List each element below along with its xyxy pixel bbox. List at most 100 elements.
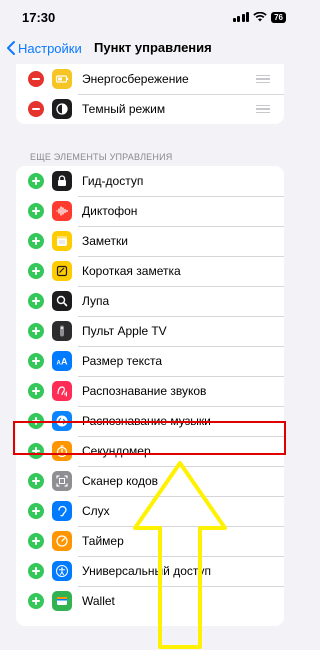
wallet-icon	[52, 591, 72, 611]
list-item: Сканер кодов	[16, 466, 284, 496]
row-label: Энергосбережение	[82, 72, 189, 86]
row-label: Сканер кодов	[82, 474, 159, 488]
section-header: ЕЩЕ ЭЛЕМЕНТЫ УПРАВЛЕНИЯ	[30, 152, 173, 162]
remove-button[interactable]	[28, 71, 44, 87]
sound-recognition-icon	[52, 381, 72, 401]
magnifier-icon	[52, 291, 72, 311]
row-label: Короткая заметка	[82, 264, 181, 278]
list-item: Заметки	[16, 226, 284, 256]
row-label: Размер текста	[82, 354, 163, 368]
list-item: Лупа	[16, 286, 284, 316]
battery-icon	[52, 69, 72, 89]
dark-mode-icon	[52, 99, 72, 119]
add-button[interactable]	[28, 413, 44, 429]
add-button[interactable]	[28, 563, 44, 579]
plus-icon	[32, 387, 40, 395]
row-label: Распознавание звуков	[82, 384, 207, 398]
row-label: Wallet	[82, 594, 115, 608]
plus-icon	[32, 507, 40, 515]
plus-icon	[32, 207, 40, 215]
row-label: Таймер	[82, 534, 124, 548]
plus-icon	[32, 597, 40, 605]
accessibility-icon	[52, 561, 72, 581]
plus-icon	[32, 297, 40, 305]
back-button[interactable]: Настройки	[6, 38, 82, 58]
stopwatch-icon	[52, 441, 72, 461]
svg-text:A: A	[61, 357, 68, 367]
list-item: Диктофон	[16, 196, 284, 226]
remote-icon	[52, 321, 72, 341]
add-button[interactable]	[28, 443, 44, 459]
back-button-label: Настройки	[18, 40, 82, 56]
add-button[interactable]	[28, 203, 44, 219]
list-item: AA Размер текста	[16, 346, 284, 376]
shazam-icon	[52, 411, 72, 431]
notes-icon	[52, 231, 72, 251]
ear-icon	[52, 501, 72, 521]
plus-icon	[32, 537, 40, 545]
add-button[interactable]	[28, 263, 44, 279]
list-item: Гид-доступ	[16, 166, 284, 196]
row-label: Диктофон	[82, 204, 138, 218]
more-controls-list: Гид-доступ Диктофон Заметки Короткая зам…	[16, 166, 284, 626]
list-item: Пульт Apple TV	[16, 316, 284, 346]
quick-note-icon	[52, 261, 72, 281]
row-label: Заметки	[82, 234, 128, 248]
timer-icon	[52, 531, 72, 551]
plus-icon	[32, 477, 40, 485]
add-button[interactable]	[28, 593, 44, 609]
row-label: Слух	[82, 504, 110, 518]
minus-icon	[32, 78, 40, 80]
chevron-left-icon	[7, 41, 15, 55]
row-label: Универсальный доступ	[82, 564, 212, 578]
navigation-bar: Настройки Пункт управления	[0, 34, 300, 62]
cellular-signal-icon	[232, 12, 250, 22]
list-item: Универсальный доступ	[16, 556, 284, 586]
add-button[interactable]	[28, 293, 44, 309]
minus-icon	[32, 108, 40, 110]
row-label: Лупа	[82, 294, 110, 308]
wifi-icon	[253, 12, 267, 22]
add-button[interactable]	[28, 173, 44, 189]
list-item: Слух	[16, 496, 284, 526]
plus-icon	[32, 357, 40, 365]
add-button[interactable]	[28, 503, 44, 519]
add-button[interactable]	[28, 323, 44, 339]
list-item: Wallet	[16, 586, 284, 616]
lock-icon	[52, 171, 72, 191]
add-button[interactable]	[28, 353, 44, 369]
add-button[interactable]	[28, 383, 44, 399]
remove-button[interactable]	[28, 101, 44, 117]
battery-level: 76	[271, 11, 286, 23]
plus-icon	[32, 417, 40, 425]
included-controls-list: Энергосбережение Темный режим	[16, 64, 284, 124]
row-label: Пульт Apple TV	[82, 324, 167, 338]
add-button[interactable]	[28, 473, 44, 489]
list-item: Секундомер	[16, 436, 284, 466]
plus-icon	[32, 177, 40, 185]
status-indicators: 76	[232, 11, 286, 23]
list-item: Энергосбережение	[16, 64, 284, 94]
plus-icon	[32, 267, 40, 275]
plus-icon	[32, 447, 40, 455]
list-item: Таймер	[16, 526, 284, 556]
list-item: Короткая заметка	[16, 256, 284, 286]
plus-icon	[32, 567, 40, 575]
add-button[interactable]	[28, 533, 44, 549]
waveform-icon	[52, 201, 72, 221]
row-label: Распознавание музыки	[82, 414, 211, 428]
plus-icon	[32, 237, 40, 245]
status-time: 17:30	[22, 9, 56, 25]
page-title: Пункт управления	[94, 40, 212, 55]
row-label: Гид-доступ	[82, 174, 144, 188]
list-item: Распознавание звуков	[16, 376, 284, 406]
list-item: Распознавание музыки	[16, 406, 284, 436]
row-label: Темный режим	[82, 102, 166, 116]
list-item: Темный режим	[16, 94, 284, 124]
drag-handle[interactable]	[256, 75, 270, 83]
status-bar: 17:30 76	[0, 0, 300, 34]
add-button[interactable]	[28, 233, 44, 249]
row-label: Секундомер	[82, 444, 151, 458]
text-size-icon: AA	[52, 351, 72, 371]
drag-handle[interactable]	[256, 105, 270, 113]
